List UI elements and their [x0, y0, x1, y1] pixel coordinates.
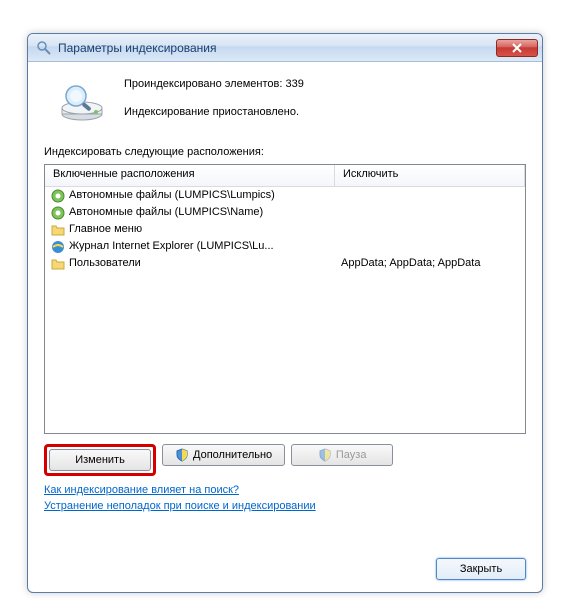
shield-icon	[318, 448, 332, 462]
pause-button: Пауза	[291, 444, 393, 466]
help-links: Как индексирование влияет на поиск? Устр…	[44, 484, 526, 516]
exclude-cell: AppData; AppData; AppData	[335, 255, 525, 272]
location-label: Главное меню	[69, 221, 142, 238]
status-text: Проиндексировано элементов: 339 Индексир…	[124, 74, 526, 121]
indexing-paused: Индексирование приостановлено.	[124, 104, 526, 122]
close-dialog-button[interactable]: Закрыть	[436, 558, 526, 580]
highlight-modify: Изменить	[44, 444, 156, 476]
included-cell: Автономные файлы (LUMPICS\Lumpics)	[45, 187, 335, 204]
advanced-label: Дополнительно	[193, 449, 272, 461]
magnifier-drive-icon	[58, 82, 106, 122]
included-cell: Главное меню	[45, 221, 335, 238]
table-row[interactable]: Главное меню	[45, 221, 525, 238]
column-exclude[interactable]: Исключить	[335, 165, 525, 186]
status-area: Проиндексировано элементов: 339 Индексир…	[44, 74, 526, 122]
offline-files-icon	[51, 189, 65, 203]
column-included[interactable]: Включенные расположения	[45, 165, 335, 186]
table-row[interactable]: Автономные файлы (LUMPICS\Lumpics)	[45, 187, 525, 204]
locations-table: Включенные расположения Исключить Автоно…	[44, 164, 526, 434]
close-button[interactable]	[496, 39, 538, 57]
folder-icon	[51, 257, 65, 271]
table-row[interactable]: Автономные файлы (LUMPICS\Name)	[45, 204, 525, 221]
table-row[interactable]: Журнал Internet Explorer (LUMPICS\Lu...	[45, 238, 525, 255]
folder-icon	[51, 223, 65, 237]
location-label: Автономные файлы (LUMPICS\Name)	[69, 204, 263, 221]
advanced-button[interactable]: Дополнительно	[162, 444, 285, 466]
indexing-options-window: Параметры индексирования Проиндексирован…	[27, 33, 543, 593]
footer: Закрыть	[44, 548, 526, 580]
offline-files-icon	[51, 206, 65, 220]
location-label: Пользователи	[69, 255, 141, 272]
location-label: Автономные файлы (LUMPICS\Lumpics)	[69, 187, 275, 204]
table-row[interactable]: Пользователи AppData; AppData; AppData	[45, 255, 525, 272]
link-troubleshoot-search-indexing[interactable]: Устранение неполадок при поиске и индекс…	[44, 500, 526, 512]
indexed-count: 339	[285, 78, 303, 90]
table-body: Автономные файлы (LUMPICS\Lumpics)Автоно…	[45, 187, 525, 272]
included-cell: Журнал Internet Explorer (LUMPICS\Lu...	[45, 238, 335, 255]
search-icon	[36, 40, 52, 56]
exclude-cell	[335, 238, 525, 255]
included-cell: Автономные файлы (LUMPICS\Name)	[45, 204, 335, 221]
exclude-cell	[335, 187, 525, 204]
link-how-indexing-affects-search[interactable]: Как индексирование влияет на поиск?	[44, 484, 526, 496]
included-cell: Пользователи	[45, 255, 335, 272]
exclude-cell	[335, 221, 525, 238]
pause-label: Пауза	[336, 449, 367, 461]
index-locations-label: Индексировать следующие расположения:	[44, 146, 526, 158]
location-label: Журнал Internet Explorer (LUMPICS\Lu...	[69, 238, 274, 255]
shield-icon	[175, 448, 189, 462]
window-title: Параметры индексирования	[58, 41, 496, 55]
indexed-label: Проиндексировано элементов:	[124, 78, 282, 90]
titlebar[interactable]: Параметры индексирования	[28, 34, 542, 62]
ie-icon	[51, 240, 65, 254]
modify-button[interactable]: Изменить	[49, 449, 151, 471]
table-header-row: Включенные расположения Исключить	[45, 165, 525, 187]
button-row: Изменить Дополнительно Пауза	[44, 444, 526, 476]
content-area: Проиндексировано элементов: 339 Индексир…	[28, 62, 542, 592]
close-icon	[512, 43, 522, 53]
exclude-cell	[335, 204, 525, 221]
